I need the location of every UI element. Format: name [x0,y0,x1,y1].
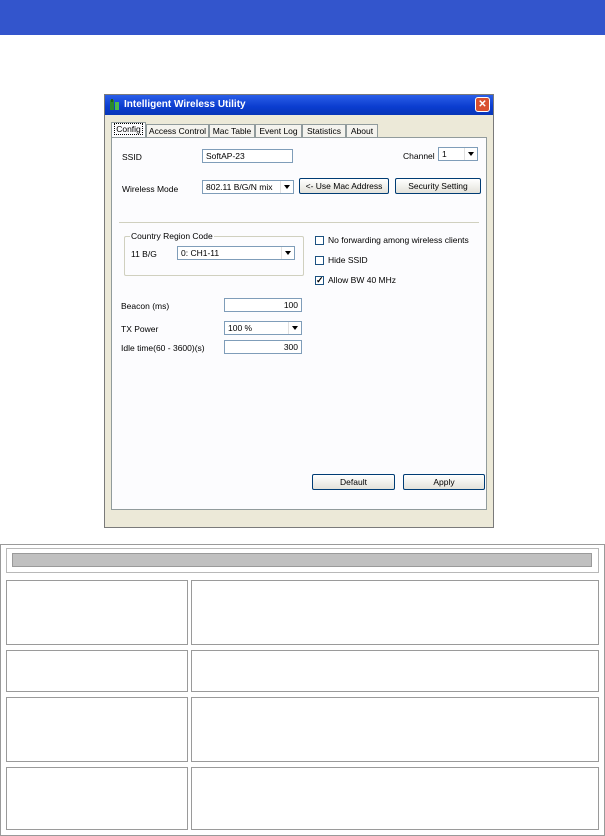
table-cell-desc-1 [191,580,599,645]
beacon-input[interactable]: 100 [224,298,302,312]
hide-ssid-checkbox[interactable] [315,256,324,265]
table-cell-desc-2 [191,650,599,692]
separator-line [119,222,479,223]
security-setting-button[interactable]: Security Setting [395,178,481,194]
beacon-label: Beacon (ms) [121,301,170,311]
table-header-bar [12,553,592,567]
table-cell-label-4 [6,767,188,830]
tab-about[interactable]: About [346,124,378,137]
band-label: 11 B/G [131,249,157,259]
country-region-group: Country Region Code 11 B/G 0: CH1-11 [124,231,304,276]
country-region-title: Country Region Code [130,231,214,241]
table-cell-label-2 [6,650,188,692]
chevron-down-icon [281,247,294,259]
config-panel: SSID SoftAP-23 Channel 1 Wireless Mode 8… [111,137,487,510]
wireless-utility-window: Intelligent Wireless Utility ✕ Config Ac… [104,94,494,528]
wireless-mode-select[interactable]: 802.11 B/G/N mix [202,180,294,194]
table-cell-desc-4 [191,767,599,830]
close-button[interactable]: ✕ [475,97,490,112]
default-button[interactable]: Default [312,474,395,490]
page-header-bar [0,0,605,35]
ssid-input[interactable]: SoftAP-23 [202,149,293,163]
tab-event-log[interactable]: Event Log [255,124,302,137]
window-title-bar[interactable]: Intelligent Wireless Utility ✕ [105,95,493,115]
tx-power-label: TX Power [121,324,159,334]
use-mac-address-button[interactable]: <- Use Mac Address [299,178,389,194]
chevron-down-icon [288,322,301,334]
allow-bw-label: Allow BW 40 MHz [328,275,397,285]
table-cell-label-3 [6,697,188,762]
tab-mac-table[interactable]: Mac Table [209,124,255,137]
hide-ssid-label: Hide SSID [328,255,368,265]
window-title: Intelligent Wireless Utility [124,99,246,110]
wireless-app-icon [110,99,119,110]
table-cell-desc-3 [191,697,599,762]
tx-power-select[interactable]: 100 % [224,321,302,335]
close-icon: ✕ [478,99,487,110]
region-select[interactable]: 0: CH1-11 [177,246,295,260]
idle-time-input[interactable]: 300 [224,340,302,354]
check-icon: ✓ [316,275,324,285]
chevron-down-icon [464,148,477,160]
tab-access-control[interactable]: Access Control [146,124,209,137]
ssid-label: SSID [122,152,142,162]
status-strip [105,517,493,527]
channel-select[interactable]: 1 [438,147,478,161]
no-forwarding-label: No forwarding among wireless clients [328,235,469,245]
apply-button[interactable]: Apply [403,474,485,490]
allow-bw-checkbox[interactable]: ✓ [315,276,324,285]
table-cell-label-1 [6,580,188,645]
tab-statistics[interactable]: Statistics [302,124,346,137]
idle-time-label: Idle time(60 - 3600)(s) [121,343,205,353]
channel-label: Channel [403,151,435,161]
no-forwarding-checkbox[interactable] [315,236,324,245]
tab-config[interactable]: Config [111,122,146,138]
wireless-mode-label: Wireless Mode [122,184,179,194]
chevron-down-icon [280,181,293,193]
